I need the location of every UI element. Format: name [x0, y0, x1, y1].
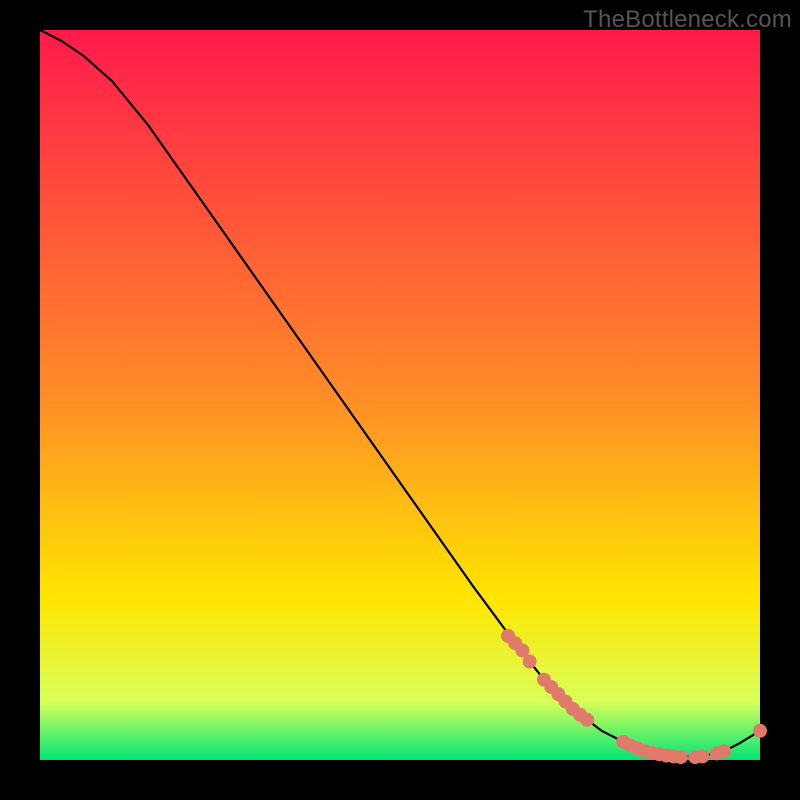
data-marker	[754, 724, 767, 737]
chart-container: TheBottleneck.com	[0, 0, 800, 800]
data-marker	[696, 750, 709, 763]
chart-svg	[0, 0, 800, 800]
data-marker	[523, 655, 536, 668]
data-marker	[674, 751, 687, 764]
watermark: TheBottleneck.com	[583, 6, 792, 34]
data-marker	[581, 713, 594, 726]
plot-area	[40, 30, 760, 760]
data-marker	[718, 745, 731, 758]
